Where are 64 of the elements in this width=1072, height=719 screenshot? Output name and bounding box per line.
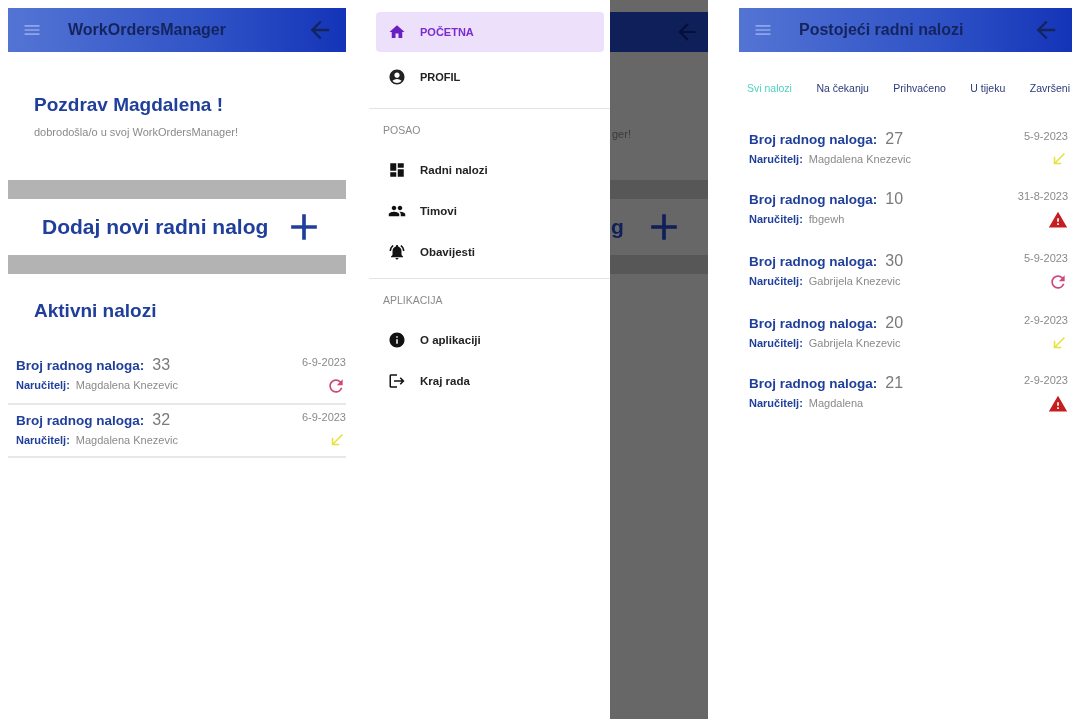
filter-tab[interactable]: U tijeku bbox=[970, 82, 1006, 94]
warning-icon bbox=[1048, 394, 1068, 414]
warning-icon bbox=[1048, 210, 1068, 230]
order-date: 31-8-2023 bbox=[1017, 190, 1068, 202]
drawer-item[interactable]: Obavijesti bbox=[376, 231, 604, 272]
order-date: 2-9-2023 bbox=[1023, 314, 1068, 326]
client-label: Naručitelj: bbox=[749, 153, 803, 165]
order-date: 6-9-2023 bbox=[301, 356, 346, 368]
order-number: 21 bbox=[885, 374, 904, 392]
client-label: Naručitelj: bbox=[749, 275, 803, 287]
drawer-item[interactable]: Kraj rada bbox=[376, 360, 604, 401]
order-number-label: Broj radnog naloga: bbox=[749, 376, 878, 391]
drawer-item[interactable]: PROFIL bbox=[376, 52, 604, 102]
logout-icon bbox=[388, 371, 406, 390]
drawer-item[interactable]: Radni nalozi bbox=[376, 149, 604, 190]
order-number-label: Broj radnog naloga: bbox=[749, 254, 878, 269]
order-number: 10 bbox=[885, 190, 904, 208]
refresh-icon bbox=[1048, 272, 1068, 292]
filter-tab[interactable]: Na čekanju bbox=[816, 82, 869, 94]
order-number-label: Broj radnog naloga: bbox=[749, 132, 878, 147]
client-label: Naručitelj: bbox=[16, 434, 70, 446]
order-number: 27 bbox=[885, 130, 904, 148]
filter-tab[interactable]: Završeni bbox=[1029, 82, 1070, 94]
order-number: 20 bbox=[885, 314, 904, 332]
info-icon bbox=[388, 330, 406, 349]
client-name: fbgewh bbox=[808, 213, 845, 225]
client-label: Naručitelj: bbox=[16, 379, 70, 391]
client-name: Magdalena bbox=[808, 397, 864, 409]
client-label: Naručitelj: bbox=[749, 397, 803, 409]
order-date: 2-9-2023 bbox=[1023, 374, 1068, 386]
app-title: Postojeći radni nalozi bbox=[799, 21, 965, 39]
drawer-item[interactable]: POČETNA bbox=[376, 12, 604, 52]
section-title: Aktivni nalozi bbox=[34, 300, 158, 322]
person-icon bbox=[388, 68, 406, 86]
drawer-section-title: APLIKACIJA bbox=[383, 294, 444, 306]
order-number-label: Broj radnog naloga: bbox=[749, 316, 878, 331]
order-number-label: Broj radnog naloga: bbox=[749, 192, 878, 207]
welcome-text: dobrodošla/o u svoj WorkOrdersManager! bbox=[34, 126, 239, 138]
drawer-item[interactable]: Timovi bbox=[376, 190, 604, 231]
dashboard-icon bbox=[388, 160, 406, 179]
refresh-icon bbox=[326, 376, 346, 396]
client-label: Naručitelj: bbox=[749, 213, 803, 225]
order-number: 33 bbox=[152, 356, 171, 374]
order-date: 6-9-2023 bbox=[301, 411, 346, 423]
order-number: 32 bbox=[152, 411, 171, 429]
order-date: 5-9-2023 bbox=[1023, 252, 1068, 264]
client-label: Naručitelj: bbox=[749, 337, 803, 349]
client-name: Magdalena Knezevic bbox=[75, 379, 178, 391]
greeting: Pozdrav Magdalena ! bbox=[34, 94, 224, 116]
drawer-item[interactable]: O aplikaciji bbox=[376, 319, 604, 360]
order-number-label: Broj radnog naloga: bbox=[16, 358, 145, 373]
filter-tab[interactable]: Prihvaćeno bbox=[893, 82, 946, 94]
home-icon bbox=[388, 23, 406, 41]
app-title: WorkOrdersManager bbox=[68, 21, 227, 39]
client-name: Gabrijela Knezevic bbox=[808, 337, 901, 349]
bell-icon bbox=[388, 242, 406, 261]
order-date: 5-9-2023 bbox=[1023, 130, 1068, 142]
client-name: Magdalena Knezevic bbox=[808, 153, 911, 165]
add-order-text: g bbox=[611, 215, 624, 239]
drawer-section-title: POSAO bbox=[383, 124, 422, 136]
client-name: Magdalena Knezevic bbox=[75, 434, 178, 446]
client-name: Gabrijela Knezevic bbox=[808, 275, 901, 287]
order-number: 30 bbox=[885, 252, 904, 270]
order-number-label: Broj radnog naloga: bbox=[16, 413, 145, 428]
